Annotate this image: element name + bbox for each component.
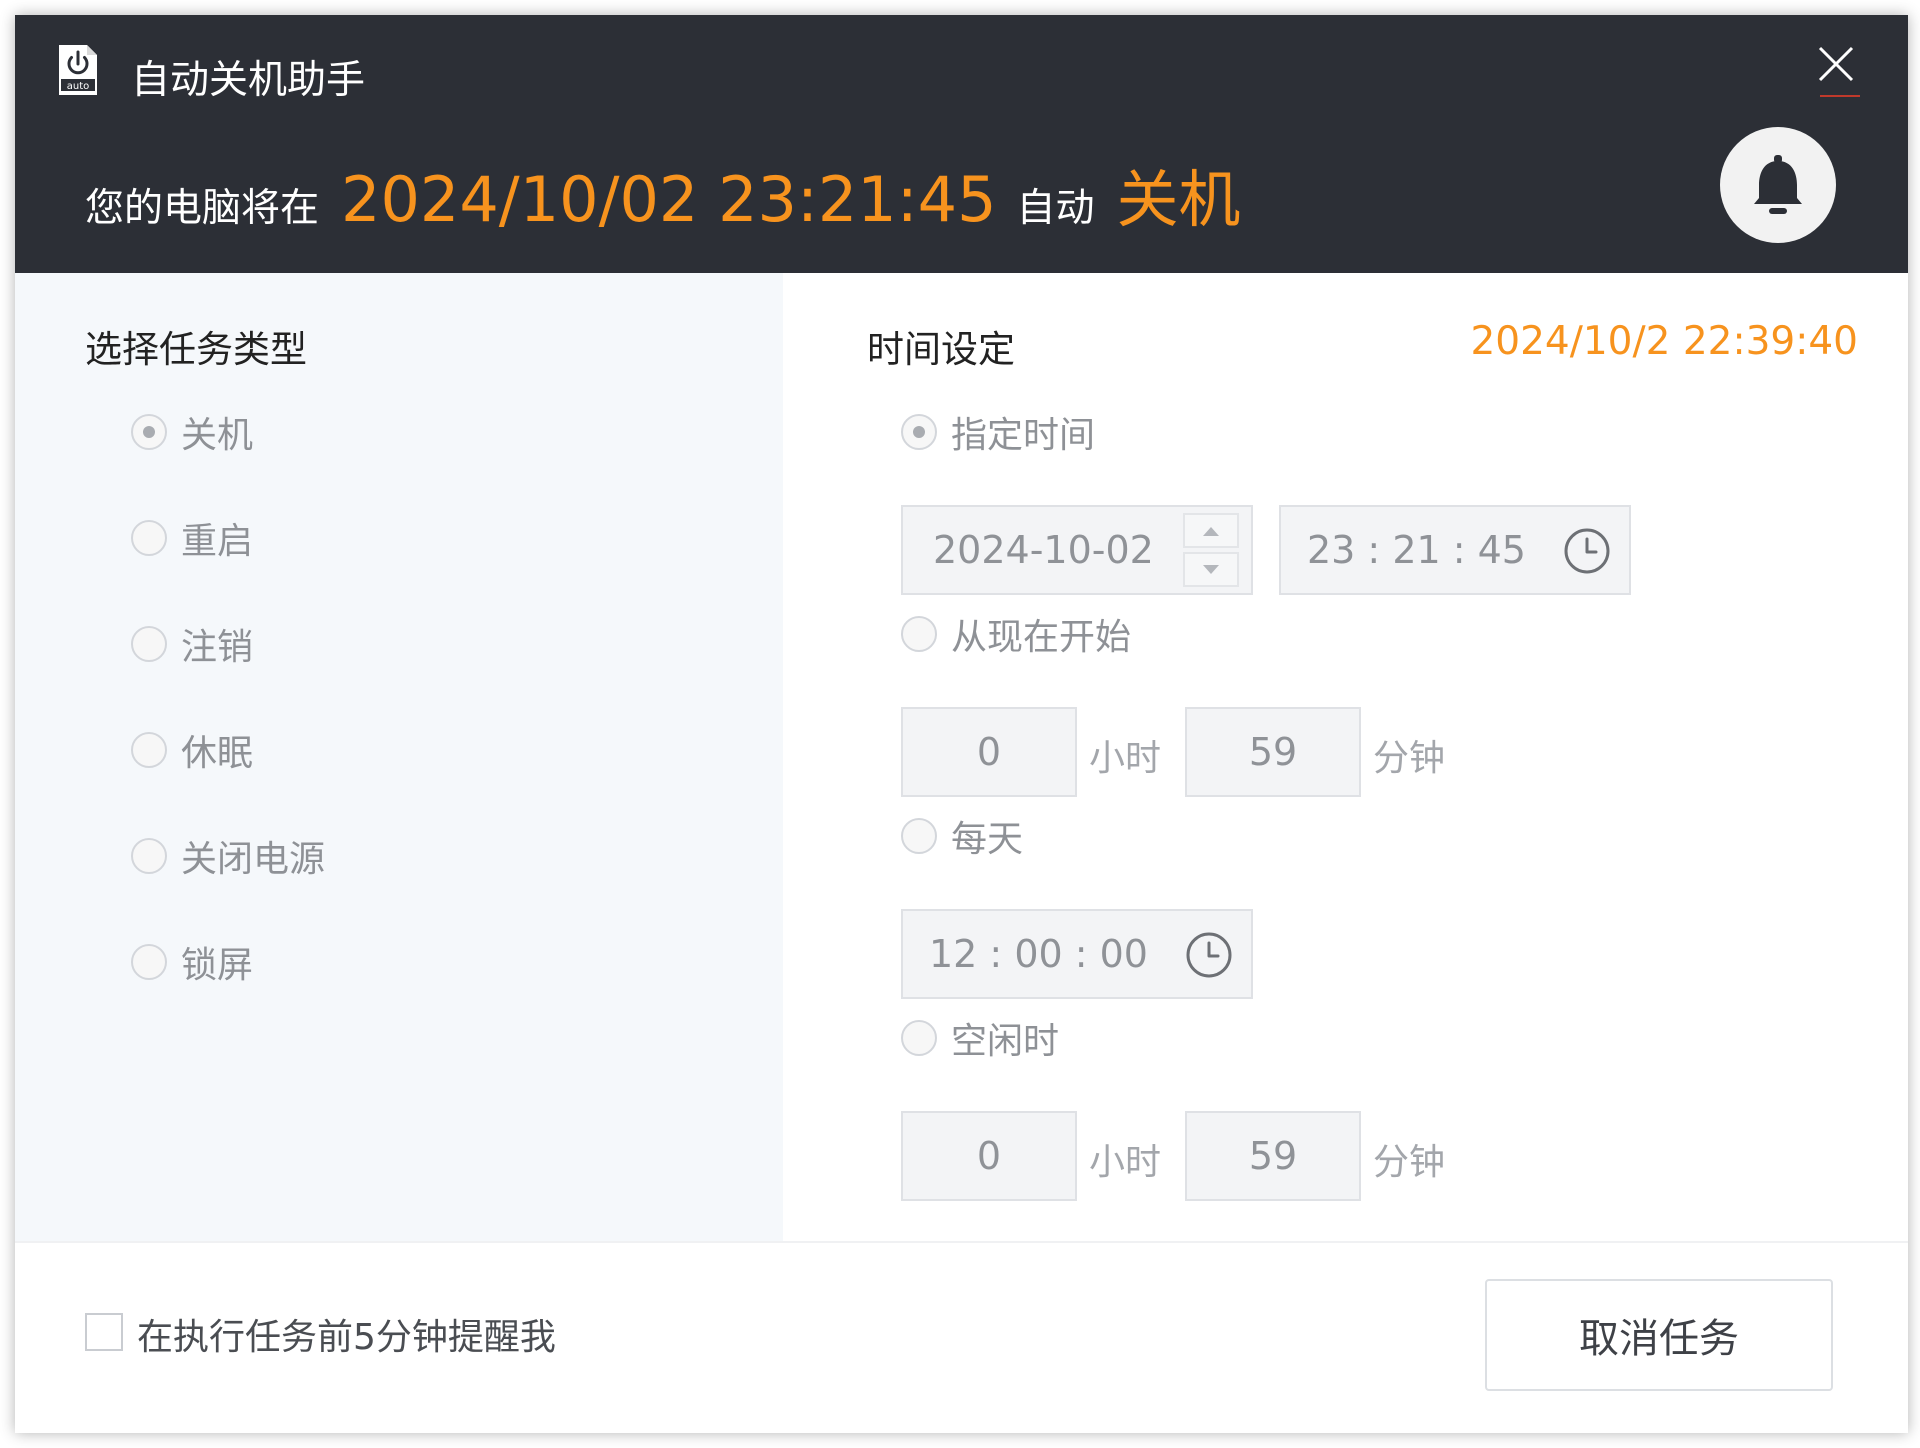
time-settings-title: 时间设定 (867, 328, 1015, 371)
idle-hours-input[interactable]: 0 (901, 1111, 1077, 1201)
task-option-label: 重启 (181, 521, 254, 562)
task-option-sleep[interactable]: 休眠 (131, 725, 253, 775)
hours-unit: 小时 (1089, 1142, 1162, 1183)
current-time: 2024/10/2 22:39:40 (1470, 319, 1858, 364)
clock-icon[interactable] (1185, 931, 1233, 979)
chevron-down-icon (1203, 564, 1219, 574)
mode-from-now[interactable]: 从现在开始 (901, 609, 1131, 659)
radio-button[interactable] (131, 944, 167, 980)
mode-idle[interactable]: 空闲时 (901, 1013, 1059, 1063)
radio-button[interactable] (131, 732, 167, 768)
daily-time-picker[interactable]: 12 : 00 : 00 (901, 909, 1253, 999)
time-value: 23 : 21 : 45 (1307, 528, 1526, 572)
bell-icon (1754, 155, 1802, 214)
task-option-label: 关闭电源 (181, 839, 326, 880)
radio-button[interactable] (901, 616, 937, 652)
minutes-unit: 分钟 (1373, 738, 1446, 779)
svg-text:auto: auto (67, 81, 90, 92)
notice-prefix: 您的电脑将在 (85, 186, 320, 231)
notice-middle: 自动 (1016, 186, 1095, 231)
close-underline (1820, 95, 1860, 97)
radio-button[interactable] (131, 414, 167, 450)
hours-unit: 小时 (1089, 738, 1162, 779)
reminder-checkbox[interactable] (85, 1313, 123, 1351)
task-option-label: 锁屏 (181, 945, 254, 986)
title-bar: auto 自动关机助手 您的电脑将在 2024/10/02 23:21:45 自… (15, 15, 1908, 273)
task-option-power-off[interactable]: 关闭电源 (131, 831, 325, 881)
mode-label: 空闲时 (951, 1021, 1060, 1062)
from-now-minutes-input[interactable]: 59 (1185, 707, 1361, 797)
date-value: 2024-10-02 (933, 528, 1154, 572)
task-option-logoff[interactable]: 注销 (131, 619, 253, 669)
date-spinner (1183, 513, 1239, 587)
mode-label: 从现在开始 (951, 617, 1132, 658)
radio-button[interactable] (901, 1020, 937, 1056)
close-icon[interactable] (1817, 45, 1855, 83)
minutes-unit: 分钟 (1373, 1142, 1446, 1183)
task-type-title: 选择任务类型 (85, 328, 307, 371)
task-option-lock-screen[interactable]: 锁屏 (131, 937, 253, 987)
task-option-label: 关机 (181, 415, 254, 456)
bell-button[interactable] (1720, 127, 1836, 243)
time-settings-panel: 时间设定 2024/10/2 22:39:40 指定时间 2024-10-02 … (783, 273, 1908, 1241)
mode-specified-time[interactable]: 指定时间 (901, 407, 1095, 457)
radio-button[interactable] (131, 838, 167, 874)
minutes-value: 59 (1248, 730, 1298, 774)
shutdown-notice: 您的电脑将在 2024/10/02 23:21:45 自动 关机 (85, 149, 1241, 236)
task-type-panel: 选择任务类型 关机 重启 注销 休眠 关闭电源 锁屏 (15, 273, 783, 1241)
app-window: auto 自动关机助手 您的电脑将在 2024/10/02 23:21:45 自… (15, 15, 1908, 1433)
time-picker[interactable]: 23 : 21 : 45 (1279, 505, 1631, 595)
app-title: 自动关机助手 (131, 58, 366, 103)
footer: 在执行任务前5分钟提醒我 取消任务 (15, 1241, 1908, 1433)
task-option-restart[interactable]: 重启 (131, 513, 253, 563)
from-now-hours-input[interactable]: 0 (901, 707, 1077, 797)
daily-time-value: 12 : 00 : 00 (929, 932, 1148, 976)
mode-label: 指定时间 (951, 415, 1096, 456)
radio-button[interactable] (131, 626, 167, 662)
target-time: 2024/10/02 23:21:45 (341, 163, 997, 236)
radio-button[interactable] (131, 520, 167, 556)
cancel-task-button[interactable]: 取消任务 (1485, 1279, 1833, 1391)
idle-minutes-input[interactable]: 59 (1185, 1111, 1361, 1201)
reminder-label[interactable]: 在执行任务前5分钟提醒我 (137, 1308, 556, 1360)
date-picker[interactable]: 2024-10-02 (901, 505, 1253, 595)
hours-value: 0 (976, 1134, 1002, 1178)
decrement-button[interactable] (1183, 552, 1239, 587)
mode-label: 每天 (951, 819, 1024, 860)
minutes-value: 59 (1248, 1134, 1298, 1178)
mode-daily[interactable]: 每天 (901, 811, 1023, 861)
target-action: 关机 (1116, 163, 1241, 236)
radio-button[interactable] (901, 818, 937, 854)
task-option-label: 休眠 (181, 733, 254, 774)
increment-button[interactable] (1183, 513, 1239, 548)
power-auto-icon: auto (59, 45, 97, 95)
task-option-label: 注销 (181, 627, 254, 668)
radio-button[interactable] (901, 414, 937, 450)
task-option-shutdown[interactable]: 关机 (131, 407, 253, 457)
clock-icon[interactable] (1563, 527, 1611, 575)
chevron-up-icon (1203, 526, 1219, 536)
hours-value: 0 (976, 730, 1002, 774)
